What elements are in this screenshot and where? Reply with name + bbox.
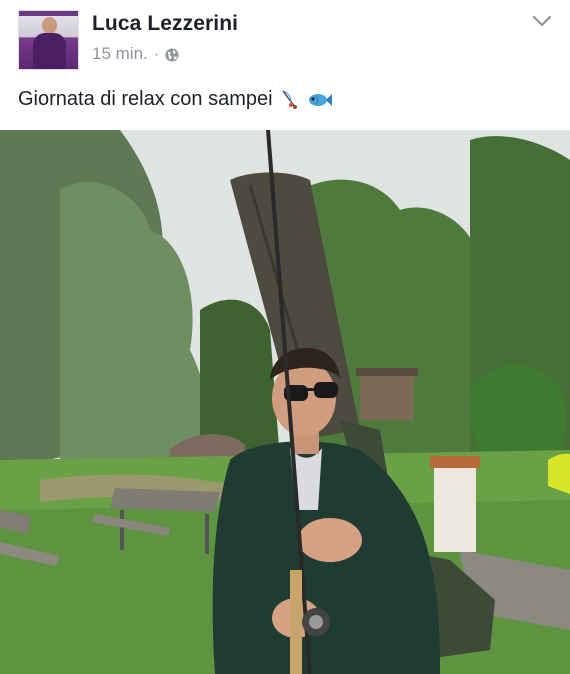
meta-separator: · (153, 44, 160, 63)
avatar[interactable] (18, 10, 79, 70)
post-text: Giornata di relax con sampei (18, 88, 333, 111)
fishing-pole-icon (281, 90, 297, 109)
post-photo[interactable] (0, 130, 570, 674)
post-meta: 15 min. · (92, 44, 179, 64)
globe-icon (165, 48, 179, 61)
post-header: Luca Lezzerini 15 min. · (0, 0, 570, 80)
author-name[interactable]: Luca Lezzerini (92, 12, 238, 36)
fish-icon (308, 93, 332, 106)
post-message: Giornata di relax con sampei (18, 88, 273, 110)
post-timestamp[interactable]: 15 min. (92, 44, 148, 64)
chevron-down-icon[interactable] (532, 14, 552, 28)
